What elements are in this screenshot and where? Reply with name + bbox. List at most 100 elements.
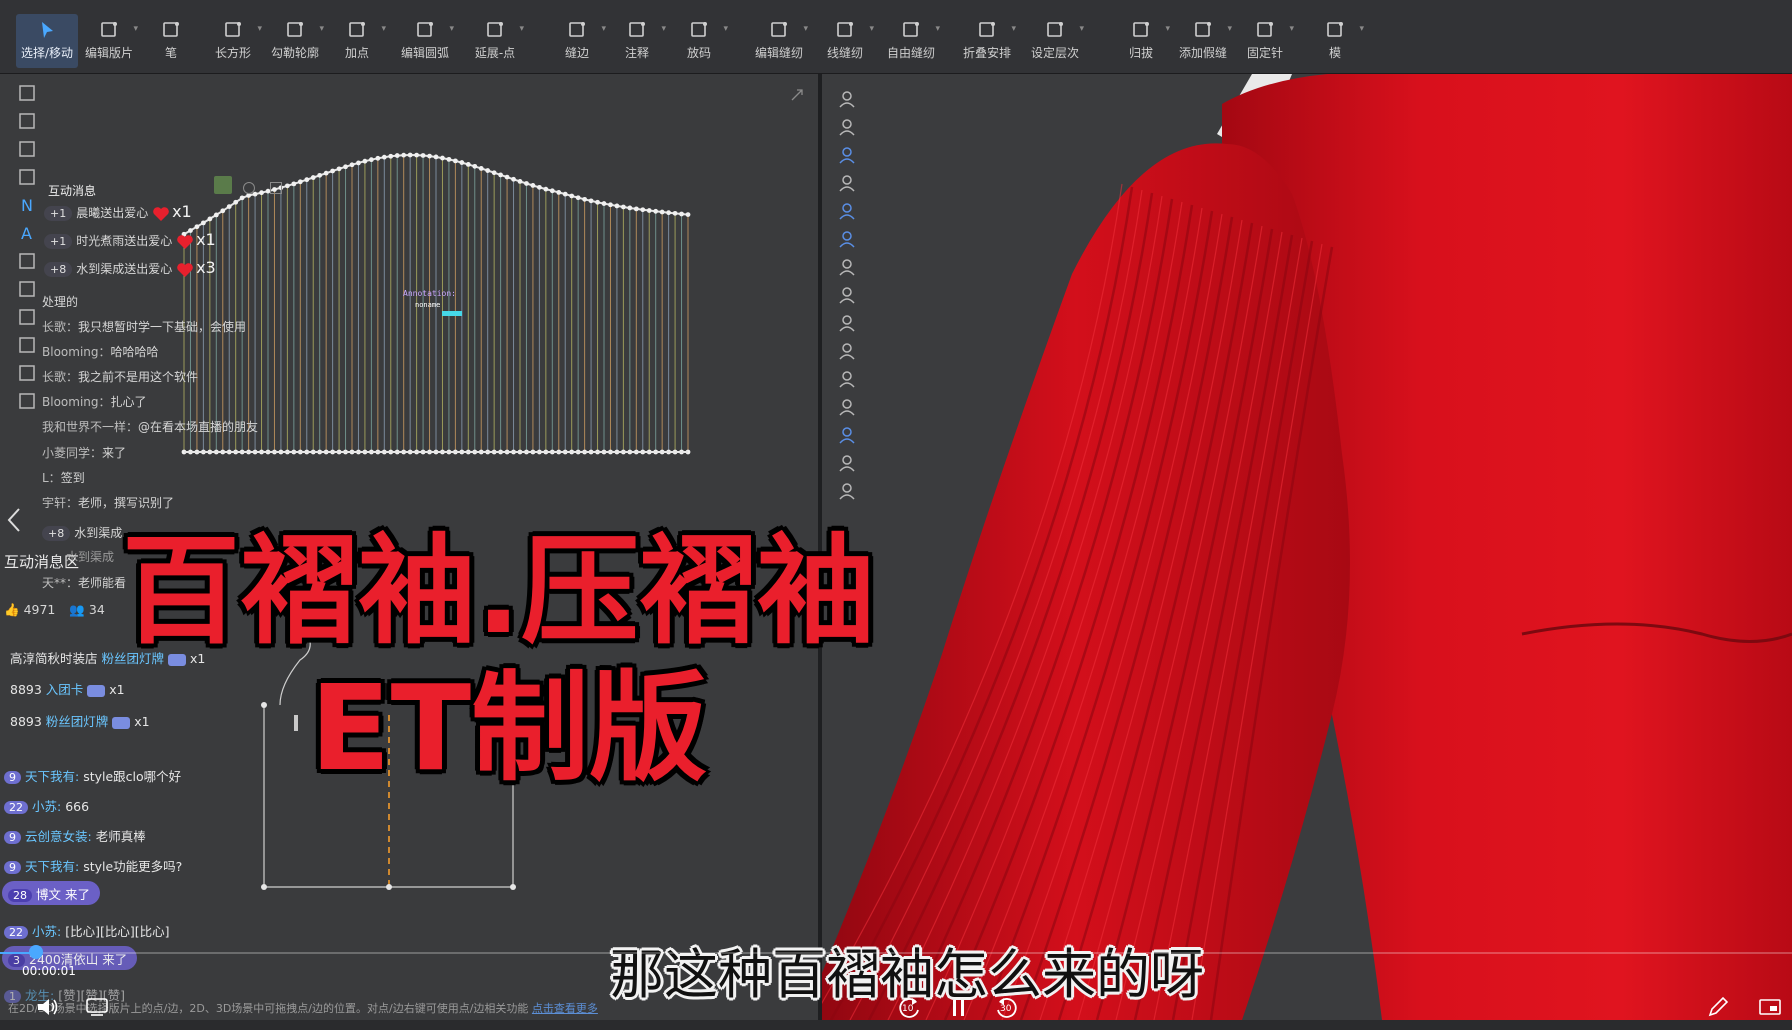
danmaku-icon[interactable] — [86, 998, 108, 1016]
side-tool-icon[interactable] — [16, 110, 38, 132]
cap-point — [672, 210, 678, 216]
3d-tool-icon[interactable] — [836, 88, 858, 110]
chevron-down-icon[interactable]: ▾ — [1165, 24, 1170, 34]
tool-layer[interactable]: 设定层次 ▾ — [1024, 14, 1086, 68]
chat-line: Blooming：哈哈哈哈 — [42, 345, 159, 359]
skip-back-button[interactable]: 10 — [896, 996, 922, 1024]
side-tool-icon[interactable] — [16, 278, 38, 300]
3d-tool-icon[interactable] — [836, 200, 858, 222]
chevron-down-icon[interactable]: ▾ — [935, 24, 940, 34]
tool-edit-pattern[interactable]: 编辑版片 ▾ — [78, 14, 140, 68]
tool-segment-sewing[interactable]: 线缝纫 ▾ — [814, 14, 876, 68]
hint-link[interactable]: 点击查看更多 — [532, 1002, 598, 1015]
cap-point — [620, 204, 626, 210]
chevron-down-icon[interactable]: ▾ — [1011, 24, 1016, 34]
cap-point — [536, 184, 542, 190]
3d-tool-icon[interactable] — [836, 116, 858, 138]
tool-tack[interactable]: 添加假缝 ▾ — [1172, 14, 1234, 68]
tool-cursor[interactable]: 选择/移动 — [16, 14, 78, 68]
3d-tool-icon[interactable] — [836, 172, 858, 194]
tool-simulate[interactable]: 模 ▾ — [1304, 14, 1366, 68]
cap-point — [633, 206, 639, 212]
settings-icon[interactable] — [243, 182, 256, 194]
tool-grading[interactable]: 放码 ▾ — [668, 14, 730, 68]
gift-icon — [87, 684, 106, 697]
tool-pen[interactable]: 笔 — [140, 14, 202, 68]
fullscreen-icon[interactable] — [1758, 998, 1782, 1016]
like-count: 4971 — [23, 602, 56, 617]
3d-tool-icon[interactable] — [836, 256, 858, 278]
cap-point — [562, 191, 568, 197]
fan-gift-line: 8893 入团卡 x1 — [10, 682, 125, 697]
pencil-icon[interactable] — [1706, 995, 1730, 1019]
3d-tool-icon[interactable] — [836, 144, 858, 166]
tack-icon — [1195, 22, 1211, 37]
chevron-down-icon[interactable]: ▾ — [257, 24, 262, 34]
volume-icon[interactable] — [36, 996, 60, 1018]
tool-annotation[interactable]: 注释 ▾ — [606, 14, 668, 68]
tool-extend-point[interactable]: 延展-点 ▾ — [464, 14, 526, 68]
lock-icon[interactable] — [214, 176, 232, 194]
side-tool-icon[interactable] — [16, 250, 38, 272]
3d-tool-icon[interactable] — [836, 228, 858, 250]
side-tool-icon[interactable]: A — [16, 222, 38, 244]
3d-tool-icon[interactable] — [836, 312, 858, 334]
cap-point — [608, 202, 613, 208]
3d-tool-icon[interactable] — [836, 424, 858, 446]
3d-tool-icon[interactable] — [836, 396, 858, 418]
tool-shrink[interactable]: 归拔 ▾ — [1110, 14, 1172, 68]
side-tool-icon[interactable] — [16, 138, 38, 160]
chevron-down-icon[interactable]: ▾ — [519, 24, 524, 34]
side-tool-icon[interactable] — [16, 306, 38, 328]
tool-fold-arrange[interactable]: 折叠安排 ▾ — [956, 14, 1018, 68]
3d-tool-icon[interactable] — [836, 368, 858, 390]
cap-point — [530, 183, 536, 188]
chat-section-title: 互动消息区 — [4, 553, 80, 571]
tool-free-sewing[interactable]: 自由缝纫 ▾ — [880, 14, 942, 68]
progress-bar[interactable] — [0, 952, 1792, 954]
3d-tool-icon[interactable] — [836, 452, 858, 474]
chevron-down-icon[interactable]: ▾ — [803, 24, 808, 34]
cap-point — [685, 212, 691, 218]
chevron-down-icon[interactable]: ▾ — [723, 24, 728, 34]
tool-pin[interactable]: 固定针 ▾ — [1234, 14, 1296, 68]
3d-tool-icon[interactable] — [836, 284, 858, 306]
expand-icon[interactable] — [790, 88, 804, 102]
side-tool-icon[interactable] — [16, 334, 38, 356]
tool-add-point[interactable]: 加点 ▾ — [326, 14, 388, 68]
skip-forward-button[interactable]: 30 — [994, 996, 1020, 1024]
chevron-down-icon[interactable]: ▾ — [449, 24, 454, 34]
chevron-down-icon[interactable]: ▾ — [319, 24, 324, 34]
cap-point — [401, 152, 407, 158]
side-tool-icon[interactable] — [16, 82, 38, 104]
tool-edit-sewing[interactable]: 编辑缝纫 ▾ — [748, 14, 810, 68]
chevron-down-icon[interactable]: ▾ — [661, 24, 666, 34]
chevron-down-icon[interactable]: ▾ — [1079, 24, 1084, 34]
chevron-down-icon[interactable]: ▾ — [869, 24, 874, 34]
side-tool-icon[interactable] — [16, 390, 38, 412]
chevron-down-icon[interactable]: ▾ — [1289, 24, 1294, 34]
chevron-down-icon[interactable]: ▾ — [1227, 24, 1232, 34]
duplicate-icon[interactable] — [270, 182, 283, 194]
chevron-left-icon[interactable] — [6, 507, 22, 533]
chevron-down-icon[interactable]: ▾ — [133, 24, 138, 34]
progress-knob[interactable] — [29, 945, 43, 959]
chat-line: 小菱同学：来了 — [42, 446, 127, 460]
tool-seam-allowance[interactable]: 缝边 ▾ — [546, 14, 608, 68]
tool-rectangle[interactable]: 长方形 ▾ — [202, 14, 264, 68]
side-tool-icon[interactable] — [16, 166, 38, 188]
tool-trace[interactable]: 勾勒轮廓 ▾ — [264, 14, 326, 68]
3d-tool-icon[interactable] — [836, 340, 858, 362]
tool-label: 折叠安排 — [962, 46, 1011, 60]
pause-icon[interactable] — [950, 998, 968, 1018]
side-tool-icon[interactable]: N — [16, 194, 38, 216]
3d-garment-window[interactable] — [822, 74, 1792, 1020]
cap-point — [343, 164, 348, 170]
chevron-down-icon[interactable]: ▾ — [1359, 24, 1364, 34]
annotation-label: Annotation: — [403, 289, 456, 298]
pin-icon — [1257, 22, 1273, 37]
chevron-down-icon[interactable]: ▾ — [381, 24, 386, 34]
side-tool-icon[interactable] — [16, 362, 38, 384]
tool-edit-curve[interactable]: 编辑圆弧 ▾ — [394, 14, 456, 68]
cap-point — [356, 160, 361, 166]
